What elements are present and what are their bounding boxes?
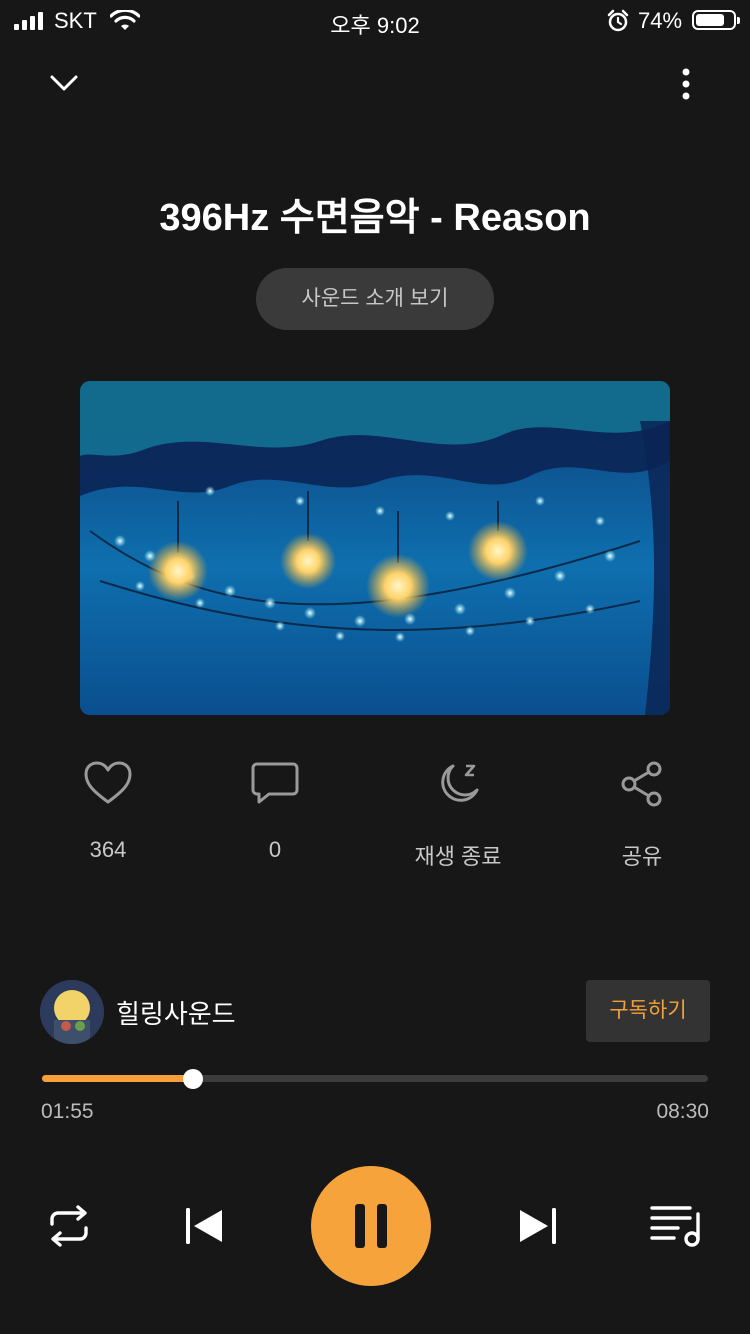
status-bar: SKT 오후 9:02 74% <box>0 0 750 42</box>
progress-thumb[interactable] <box>182 1069 203 1089</box>
comment-button[interactable]: 0 <box>205 760 345 863</box>
chevron-down-icon[interactable] <box>48 70 80 96</box>
channel-name[interactable]: 힐링사운드 <box>116 994 236 1031</box>
like-count: 364 <box>89 837 127 862</box>
pause-icon <box>355 1204 387 1248</box>
share-icon <box>621 761 662 807</box>
battery-percent: 74% <box>638 8 683 33</box>
share-label: 공유 <box>621 844 663 869</box>
comment-icon <box>251 762 299 804</box>
album-artwork <box>80 381 670 715</box>
next-icon[interactable] <box>518 1206 558 1246</box>
alarm-icon <box>607 9 629 32</box>
channel-avatar[interactable] <box>40 980 104 1044</box>
playlist-icon[interactable] <box>650 1204 704 1248</box>
track-title: 396Hz 수면음악 - Reason <box>159 197 591 239</box>
comment-count: 0 <box>268 837 282 862</box>
repeat-icon[interactable] <box>46 1204 92 1248</box>
more-vertical-icon[interactable] <box>674 66 698 102</box>
share-button[interactable]: 공유 <box>572 760 712 871</box>
sound-intro-button[interactable]: 사운드 소개 보기 <box>256 268 494 330</box>
subscribe-button[interactable]: 구독하기 <box>586 980 710 1042</box>
sleep-timer-label: 재생 종료 <box>414 844 502 869</box>
progress-fill <box>42 1075 193 1082</box>
battery-icon <box>692 10 740 30</box>
sleep-timer-button[interactable]: 재생 종료 <box>388 760 528 871</box>
heart-icon <box>84 761 132 804</box>
elapsed-time: 01:55 <box>41 1100 94 1123</box>
previous-icon[interactable] <box>184 1206 224 1246</box>
progress-bar[interactable] <box>42 1075 708 1082</box>
like-button[interactable]: 364 <box>38 760 178 863</box>
total-time: 08:30 <box>656 1100 709 1123</box>
pause-button[interactable] <box>311 1166 431 1286</box>
moon-sleep-icon <box>441 764 479 802</box>
